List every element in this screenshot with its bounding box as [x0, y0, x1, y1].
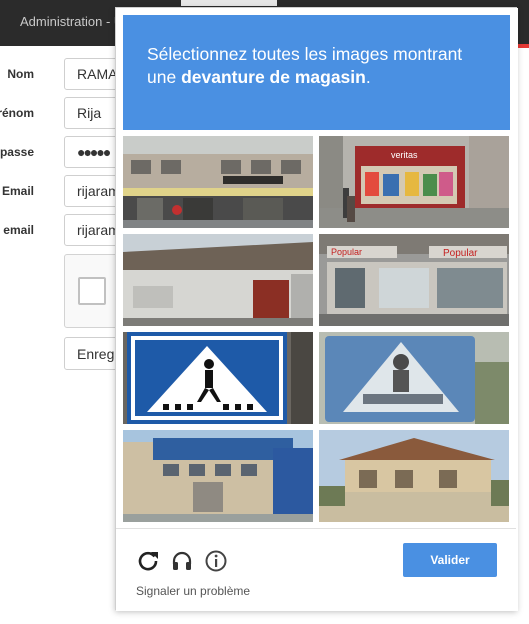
- tile-sign-veritas: veritas: [391, 150, 418, 160]
- image-tile[interactable]: [123, 332, 313, 424]
- verify-button[interactable]: Valider: [403, 543, 497, 577]
- label-email-confirm: Confirmation email: [0, 223, 34, 237]
- label-prenom: Prénom: [0, 106, 34, 120]
- image-grid: veritas Popular Popular: [123, 136, 511, 522]
- image-tile[interactable]: [123, 234, 313, 326]
- audio-icon[interactable]: [170, 549, 194, 573]
- recaptcha-challenge: Sélectionnez toutes les images montrant …: [115, 7, 518, 611]
- image-tile[interactable]: [123, 430, 313, 522]
- page-header-title: Administration - U: [20, 14, 124, 29]
- instruction-target: devanture de magasin: [181, 67, 366, 87]
- label-password: Mot de passe: [0, 145, 34, 159]
- tile-sign-left: Popular: [331, 247, 362, 257]
- image-tile[interactable]: Popular Popular: [319, 234, 509, 326]
- info-icon[interactable]: [204, 549, 228, 573]
- recaptcha-checkbox[interactable]: [78, 277, 106, 305]
- challenge-header: Sélectionnez toutes les images montrant …: [123, 15, 510, 130]
- reload-icon[interactable]: [136, 549, 160, 573]
- image-tile[interactable]: [319, 332, 509, 424]
- active-tab-highlight: [181, 0, 277, 6]
- image-tile[interactable]: veritas: [319, 136, 509, 228]
- footer-divider: [116, 528, 516, 529]
- image-tile[interactable]: [123, 136, 313, 228]
- label-email: Email: [1, 184, 34, 198]
- image-tile[interactable]: [319, 430, 509, 522]
- report-problem-link[interactable]: Signaler un problème: [136, 584, 250, 598]
- tile-sign-right: Popular: [443, 248, 478, 259]
- instruction-suffix: .: [365, 67, 371, 87]
- label-nom: Nom: [7, 67, 34, 81]
